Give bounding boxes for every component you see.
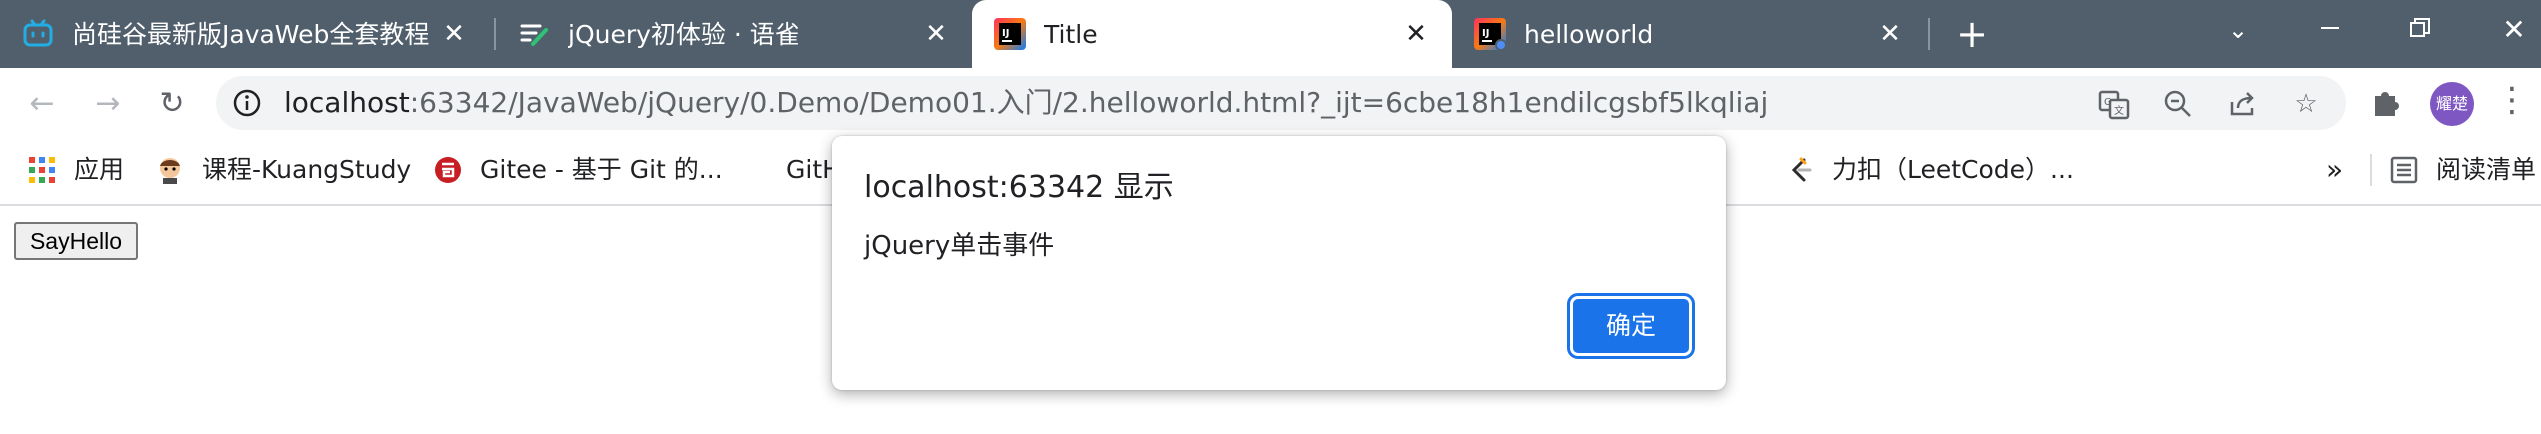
profile-avatar[interactable]: 耀楚 [2430, 82, 2474, 126]
url-host: localhost [284, 86, 410, 119]
forward-icon[interactable]: → [86, 82, 130, 126]
svg-text:IJ: IJ [1482, 28, 1489, 39]
url-text: localhost:63342/JavaWeb/jQuery/0.Demo/De… [284, 86, 1768, 120]
tab-separator [1928, 18, 1930, 50]
bookmark-label: Gitee - 基于 Git 的... [480, 155, 723, 184]
tab-title-active[interactable]: IJ Title ✕ [972, 0, 1452, 68]
address-bar[interactable]: localhost:63342/JavaWeb/jQuery/0.Demo/De… [216, 76, 2346, 130]
tab-title: helloworld [1524, 20, 1654, 49]
bookmark-label: 应用 [74, 155, 125, 184]
new-tab-button[interactable]: + [1950, 14, 1994, 54]
bookmark-label: 课程-KuangStudy [202, 155, 412, 184]
toolbar: ← → ↻ localhost:63342/JavaWeb/jQuery/0.D… [0, 68, 2541, 138]
close-tab-icon[interactable]: ✕ [920, 18, 952, 50]
bookmarks-overflow-icon[interactable]: » [2326, 152, 2356, 188]
tab-bilibili[interactable]: 尚硅谷最新版JavaWeb全套教程,j ✕ [0, 0, 490, 68]
yuque-icon [518, 18, 550, 50]
browser-window: 尚硅谷最新版JavaWeb全套教程,j ✕ jQuery初体验 · 语雀 ✕ I… [0, 0, 2541, 434]
tab-title: Title [1044, 20, 1098, 49]
tab-helloworld[interactable]: IJ helloworld ✕ [1452, 0, 1926, 68]
svg-text:G: G [2104, 97, 2112, 108]
bookmark-leetcode[interactable]: 力扣（LeetCode）... [1786, 152, 2086, 188]
tab-title: 尚硅谷最新版JavaWeb全套教程,j [72, 20, 430, 49]
bookmark-gitee[interactable]: Gitee - 基于 Git 的... [434, 152, 734, 188]
close-tab-icon[interactable]: ✕ [1874, 18, 1906, 50]
bookmarks-separator [2370, 154, 2372, 186]
say-hello-button[interactable]: SayHello [14, 222, 138, 260]
reading-list-label: 阅读清单 [2436, 155, 2537, 184]
bookmark-apps[interactable]: 应用 [28, 152, 148, 188]
intellij-icon: IJ [994, 18, 1026, 50]
back-icon[interactable]: ← [20, 82, 64, 126]
reading-list-icon [2390, 156, 2418, 184]
tab-strip: 尚硅谷最新版JavaWeb全套教程,j ✕ jQuery初体验 · 语雀 ✕ I… [0, 0, 2541, 68]
minimize-icon[interactable] [2306, 10, 2354, 50]
kuangstudy-icon [156, 156, 184, 184]
bilibili-icon [22, 18, 54, 50]
bookmark-star-icon[interactable]: ☆ [2290, 88, 2322, 120]
zoom-out-icon[interactable] [2162, 88, 2194, 120]
svg-text:文: 文 [2114, 104, 2124, 117]
alert-title: localhost:63342 显示 [864, 170, 1174, 205]
tab-yuque[interactable]: jQuery初体验 · 语雀 ✕ [496, 0, 972, 68]
share-icon[interactable] [2226, 88, 2258, 120]
bookmark-github[interactable]: GitH [740, 152, 841, 188]
translate-icon[interactable]: G 文 [2098, 88, 2130, 120]
gitee-icon [434, 156, 462, 184]
more-menu-icon[interactable]: ⋮ [2494, 82, 2530, 118]
reading-list[interactable]: 阅读清单 [2390, 152, 2540, 188]
bookmark-label: 力扣（LeetCode）... [1832, 155, 2074, 184]
alert-ok-button[interactable]: 确定 [1567, 293, 1695, 359]
alert-dialog: localhost:63342 显示 jQuery单击事件 确定 [832, 136, 1726, 390]
apps-grid-icon [28, 156, 56, 184]
alert-message: jQuery单击事件 [864, 231, 1055, 261]
tab-title: jQuery初体验 · 语雀 [568, 20, 800, 49]
svg-text:IJ: IJ [1002, 28, 1009, 39]
close-tab-icon[interactable]: ✕ [438, 18, 470, 50]
tab-search-chevron-icon[interactable]: ⌄ [2214, 10, 2262, 50]
reload-icon[interactable]: ↻ [150, 82, 194, 126]
close-tab-icon[interactable]: ✕ [1400, 18, 1432, 50]
close-window-icon[interactable]: ✕ [2490, 10, 2538, 50]
restore-icon[interactable] [2396, 10, 2444, 50]
url-path: :63342/JavaWeb/jQuery/0.Demo/Demo01.入门/2… [409, 86, 1769, 119]
extensions-puzzle-icon[interactable] [2368, 86, 2404, 122]
intellij-icon: IJ [1474, 18, 1507, 51]
site-info-icon[interactable] [232, 88, 262, 118]
leetcode-icon [1786, 156, 1814, 184]
bookmark-kuangstudy[interactable]: 课程-KuangStudy [156, 152, 416, 188]
